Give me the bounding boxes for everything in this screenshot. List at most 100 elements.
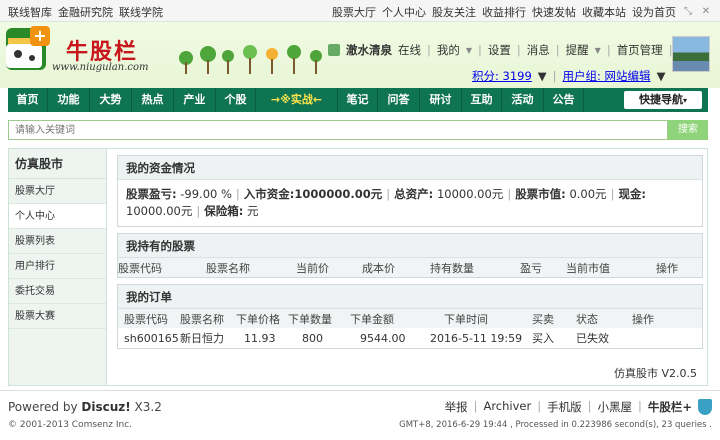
chevron-down-icon: ▼ — [537, 69, 547, 83]
nav-item-stocks[interactable]: 个股 — [216, 88, 256, 112]
my-menu[interactable]: 我的 — [437, 42, 460, 58]
divider: | — [507, 187, 512, 201]
divider: | — [516, 43, 521, 57]
settings-link[interactable]: 设置 — [488, 42, 511, 58]
usergroup-link[interactable]: 用户组: 网站编辑 — [563, 68, 651, 84]
copyright[interactable]: © 2001-2013 Comsenz Inc. — [8, 420, 132, 430]
search-button[interactable]: 搜索 — [668, 120, 708, 140]
user-avatar[interactable] — [672, 36, 710, 72]
sidebar-item-stock-hall[interactable]: 股票大厅 — [9, 179, 106, 204]
stock-name-cell[interactable]: 新日恒力 — [180, 328, 236, 348]
orders-panel: 我的订单 股票代码 股票名称 下单价格 下单数量 下单金额 下单时间 买卖 状态… — [117, 284, 703, 349]
main-area: 仿真股市 股票大厅 个人中心 股票列表 用户排行 委托交易 股票大赛 我的资金情… — [8, 148, 708, 386]
nav-item-industry[interactable]: 产业 — [174, 88, 216, 112]
divider: | — [478, 43, 482, 57]
score-line: 积分: 3199 ▼ | 用户组: 网站编辑 ▼ — [472, 68, 665, 84]
holdings-title: 我持有的股票 — [118, 234, 702, 258]
toplink-follow[interactable]: 股友关注 — [432, 4, 476, 20]
home-admin-link[interactable]: 首页管理 — [617, 42, 663, 58]
divider: | — [196, 204, 201, 218]
sidebar-item-user-ranking[interactable]: 用户排行 — [9, 254, 106, 279]
divider: | — [587, 399, 592, 413]
order-amount-cell: 9544.00 — [360, 331, 406, 345]
reminders-link[interactable]: 提醒 — [566, 42, 589, 58]
footer: Powered by Discuz! X3.2 © 2001-2013 Coms… — [0, 390, 720, 440]
messages-link[interactable]: 消息 — [527, 42, 550, 58]
fullscreen-icon[interactable]: ⤡ — [682, 6, 694, 18]
toplink-think-tank[interactable]: 联线智库 — [8, 4, 52, 20]
nav-item-trend[interactable]: 大势 — [90, 88, 132, 112]
nav-item-notes[interactable]: 笔记 — [338, 88, 378, 112]
sidebar-item-stock-list[interactable]: 股票列表 — [9, 229, 106, 254]
table-row: sh600165 新日恒力 11.93 800 9544.00 2016-5-1… — [118, 328, 702, 348]
close-icon[interactable]: ✕ — [700, 6, 712, 18]
nav-item-features[interactable]: 功能 — [48, 88, 90, 112]
footer-link-blacklist[interactable]: 小黑屋 — [597, 399, 632, 415]
toplink-stock-hall[interactable]: 股票大厅 — [332, 4, 376, 20]
funds-summary: 股票盈亏: -99.00 % | 入市资金:1000000.00元 | 总资产: 100… — [118, 180, 702, 226]
footer-link-report[interactable]: 举报 — [445, 399, 468, 415]
market-value-label: 股票市值: — [515, 187, 566, 201]
plus-icon: + — [30, 26, 50, 46]
nav-item-discussion[interactable]: 研讨 — [420, 88, 462, 112]
column-header: 股票名称 — [180, 312, 224, 326]
column-header: 下单金额 — [350, 312, 394, 326]
nav-item-qa[interactable]: 问答 — [378, 88, 420, 112]
order-quantity-cell: 800 — [302, 331, 323, 345]
username-link[interactable]: 澈水清泉 — [346, 42, 392, 58]
version-label: 仿真股市 V2.0.5 — [613, 367, 697, 380]
column-header: 股票名称 — [206, 261, 250, 275]
sidebar-item-trading[interactable]: 委托交易 — [9, 279, 106, 304]
nav-item-practice[interactable]: →※实战← — [256, 88, 338, 112]
toplink-finance-institute[interactable]: 金融研究院 — [58, 4, 113, 20]
column-header: 成本价 — [362, 261, 395, 275]
column-header: 下单数量 — [288, 312, 332, 326]
column-header: 股票代码 — [124, 312, 168, 326]
sidebar-item-contest[interactable]: 股票大赛 — [9, 304, 106, 329]
column-header: 当前价 — [296, 261, 329, 275]
column-header: 持有数量 — [430, 261, 474, 275]
sidebar-item-personal-center[interactable]: 个人中心 — [9, 204, 106, 229]
search-bar: 搜索 — [8, 120, 708, 140]
nav-item-hot[interactable]: 热点 — [132, 88, 174, 112]
footer-link-mobile[interactable]: 手机版 — [547, 399, 582, 415]
nav-item-events[interactable]: 活动 — [502, 88, 544, 112]
toplink-bookmark[interactable]: 收藏本站 — [582, 4, 626, 20]
footer-link-archiver[interactable]: Archiver — [483, 399, 531, 415]
cash-value: 10000.00元 — [126, 204, 193, 218]
toplink-ranking[interactable]: 收益排行 — [482, 4, 526, 20]
powered-prefix: Powered by — [8, 400, 82, 414]
dropdown-arrow-icon: ▾ — [682, 96, 687, 105]
user-info-line: 澈水清泉 在线 | 我的 ▼ | 设置 | 消息 | 提醒 ▼ | 首页管理 |… — [328, 42, 702, 58]
footer-links: 举报 | Archiver | 手机版 | 小黑屋 | 牛股栏+ — [445, 399, 692, 415]
nav-item-announcements[interactable]: 公告 — [544, 88, 584, 112]
shield-icon[interactable] — [698, 399, 712, 415]
order-action-cell[interactable] — [632, 328, 702, 348]
score-link[interactable]: 积分: 3199 — [472, 68, 532, 84]
sidebar: 仿真股市 股票大厅 个人中心 股票列表 用户排行 委托交易 股票大赛 — [9, 149, 107, 385]
profit-value: -99.00 % — [180, 187, 232, 201]
column-header: 下单价格 — [236, 312, 280, 326]
nav-item-home[interactable]: 首页 — [8, 88, 48, 112]
toplink-set-homepage[interactable]: 设为首页 — [632, 4, 676, 20]
column-header: 操作 — [632, 312, 654, 326]
discuz-link[interactable]: Discuz! — [81, 400, 130, 414]
quick-nav-button[interactable]: 快捷导航▾ — [624, 91, 702, 109]
divider: | — [637, 399, 642, 413]
footer-link-site[interactable]: 牛股栏+ — [648, 399, 692, 415]
table-header-row: 股票代码 股票名称 当前价 成本价 持有数量 盈亏 当前市值 操作 — [118, 258, 702, 277]
toplink-academy[interactable]: 联线学院 — [119, 4, 163, 20]
online-status: 在线 — [398, 43, 421, 57]
nav-item-mutual-help[interactable]: 互助 — [462, 88, 502, 112]
toplink-quick-post[interactable]: 快速发帖 — [532, 4, 576, 20]
search-input[interactable] — [8, 120, 668, 140]
total-assets-label: 总资产: — [394, 187, 434, 201]
top-bar: 联线智库 金融研究院 联线学院 股票大厅 个人中心 股友关注 收益排行 快速发帖… — [0, 0, 720, 22]
stock-code-cell[interactable]: sh600165 — [118, 328, 180, 348]
divider: | — [555, 43, 560, 57]
toplink-personal-center[interactable]: 个人中心 — [382, 4, 426, 20]
divider: | — [427, 43, 431, 57]
column-header: 股票代码 — [118, 261, 162, 275]
column-header: 买卖 — [532, 312, 554, 326]
funds-title: 我的资金情况 — [118, 156, 702, 180]
